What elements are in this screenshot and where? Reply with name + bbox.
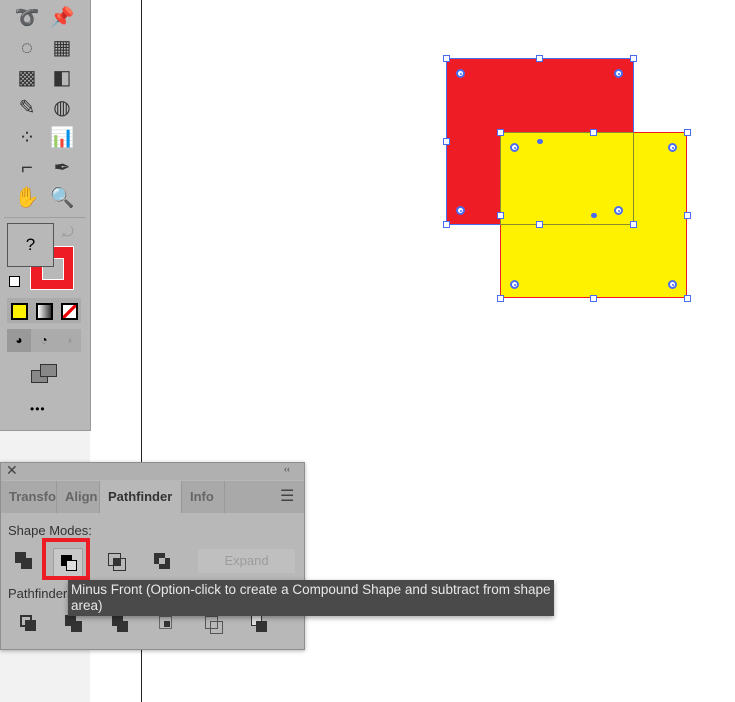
red-outline-overlap [500,132,634,225]
divide-button[interactable] [18,613,42,637]
selection-handle[interactable] [630,55,637,62]
selection-handle[interactable] [630,221,637,228]
mesh-tool-icon[interactable]: ▩ [12,64,42,92]
collapse-icon[interactable]: ‹‹ [284,464,290,474]
color-button[interactable] [11,303,28,320]
none-button[interactable] [61,303,78,320]
corner-widget[interactable] [510,280,519,289]
tab-transform[interactable]: Transform [1,481,57,513]
selection-handle[interactable] [684,129,691,136]
curvature-tool-icon[interactable]: ➰ [12,4,42,32]
tab-info[interactable]: Info [182,481,225,513]
corner-widget[interactable] [668,143,677,152]
close-icon[interactable]: ✕ [6,462,18,479]
highlight-box [42,538,90,580]
swap-icon[interactable]: ⤾ [62,224,74,241]
minus-back-button[interactable] [248,613,272,637]
selection-handle[interactable] [497,295,504,302]
divider [4,217,86,218]
pin-tool-icon[interactable]: 📌 [47,4,77,32]
shape-builder-tool-icon[interactable]: ◌ [12,34,42,62]
trim-button[interactable] [63,613,87,637]
corner-widget[interactable] [668,280,677,289]
intersect-button[interactable] [105,550,129,574]
pathfinder-panel: ✕ ‹‹ Transform Align Pathfinder Info ☰ S… [0,462,305,650]
column-graph-tool-icon[interactable]: 📊 [47,124,77,152]
draw-mode-bar: ◕ ◔ ◑ [7,329,81,352]
draw-behind-button[interactable]: ◔ [32,329,56,352]
tooltip: Minus Front (Option-click to create a Co… [68,580,554,616]
perspective-grid-tool-icon[interactable]: ▦ [47,34,77,62]
eyedropper-tool-icon[interactable]: ✎ [12,94,42,122]
selection-handle[interactable] [443,55,450,62]
screen-mode-icon[interactable] [31,364,57,383]
outline-button[interactable] [202,613,226,637]
selection-handle[interactable] [536,55,543,62]
corner-widget[interactable] [456,206,465,215]
selection-handle[interactable] [590,295,597,302]
exclude-button[interactable] [151,550,175,574]
selection-handle[interactable] [684,295,691,302]
more-tools-button[interactable]: ••• [30,402,46,416]
corner-widget[interactable] [510,143,519,152]
merge-button[interactable] [109,613,133,637]
tab-pathfinder[interactable]: Pathfinder [100,481,182,513]
selection-handle[interactable] [536,221,543,228]
tab-align[interactable]: Align [57,481,100,513]
expand-button[interactable]: Expand [198,549,295,573]
selection-handle[interactable] [443,138,450,145]
shape-modes-label: Shape Modes: [8,523,92,538]
yellow-rectangle[interactable] [500,132,687,298]
red-rectangle[interactable] [446,58,634,225]
artboard-tool-icon[interactable]: ⌐ [12,154,42,182]
selection-handle[interactable] [443,221,450,228]
center-point [591,213,597,218]
pathfinders-label: Pathfinders: [8,586,78,601]
corner-widget[interactable] [614,206,623,215]
corner-widget[interactable] [614,69,623,78]
tools-panel: ➰ 📌 ◌ ▦ ▩ ◧ ✎ ◍ ⁘ 📊 ⌐ ✒ ✋ 🔍 ⤾ ? ◕ ◔ ◑ ••… [0,0,91,431]
pen-tool-icon[interactable]: ✒ [47,154,77,182]
selection-handle[interactable] [590,129,597,136]
draw-inside-button[interactable]: ◑ [57,329,81,352]
hand-tool-icon[interactable]: ✋ [12,184,42,212]
zoom-tool-icon[interactable]: 🔍 [47,184,77,212]
selection-handle[interactable] [497,212,504,219]
draw-normal-button[interactable]: ◕ [7,329,31,352]
crop-button[interactable] [156,613,180,637]
gradient-button[interactable] [36,303,53,320]
fill-swatch[interactable]: ? [7,223,54,267]
panel-menu-icon[interactable]: ☰ [280,486,294,506]
center-point [537,139,543,144]
selection-handle[interactable] [497,129,504,136]
color-mode-bar [7,298,81,323]
unite-button[interactable] [13,550,37,574]
corner-widget[interactable] [456,69,465,78]
default-colors-icon[interactable] [9,276,20,287]
selection-handle[interactable] [684,212,691,219]
gradient-tool-icon[interactable]: ◧ [47,64,77,92]
panel-titlebar: ✕ ‹‹ [1,462,304,480]
symbol-sprayer-tool-icon[interactable]: ⁘ [12,124,42,152]
blend-tool-icon[interactable]: ◍ [47,94,77,122]
